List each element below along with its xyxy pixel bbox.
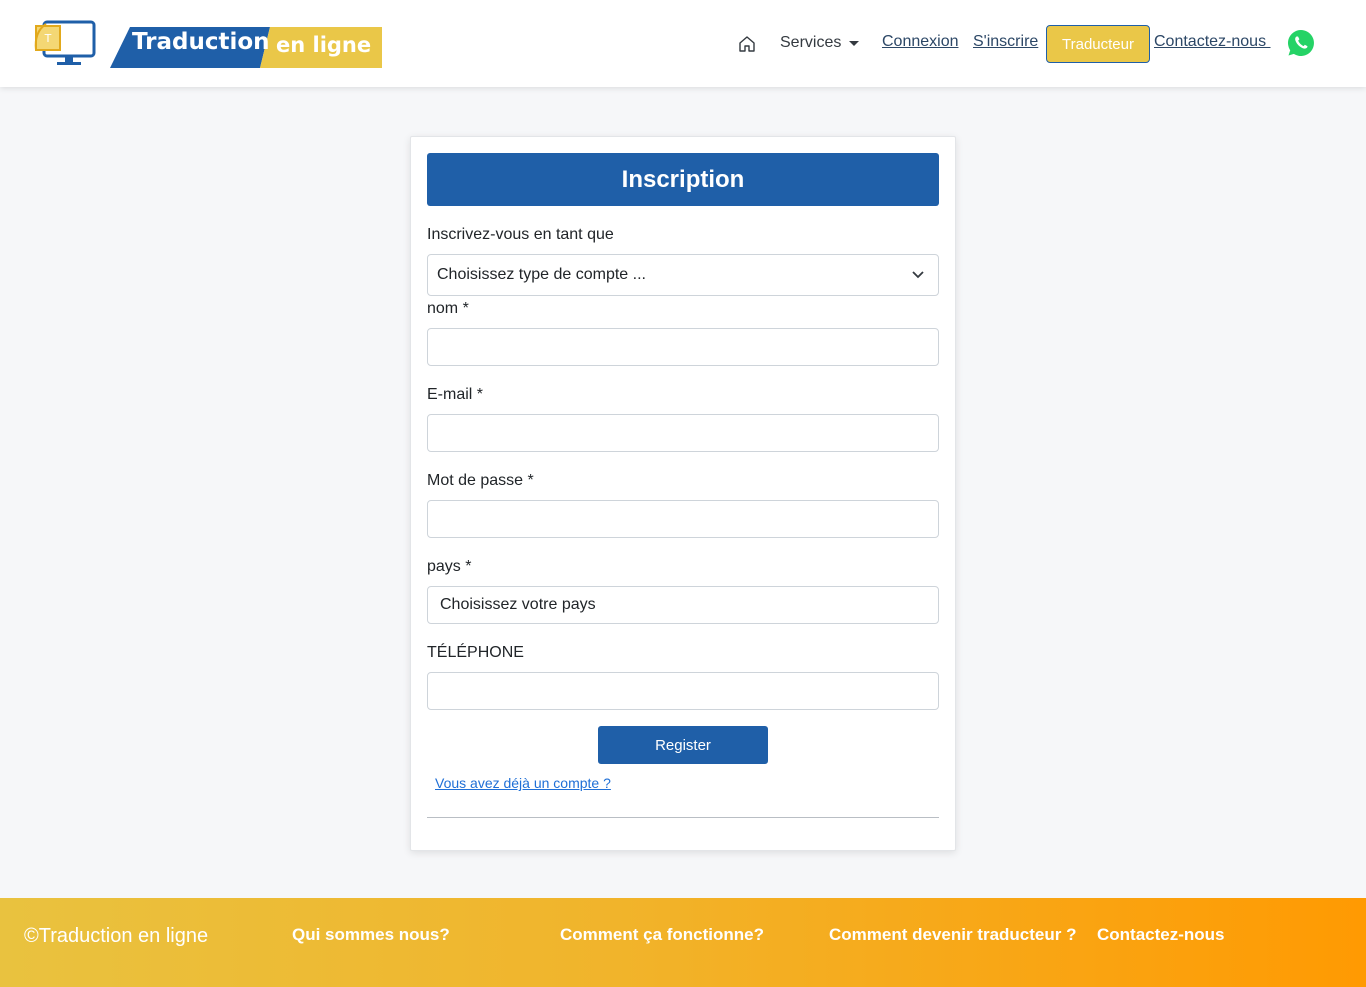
connexion-link[interactable]: Connexion bbox=[882, 33, 959, 51]
login-link[interactable]: Vous avez déjà un compte ? bbox=[435, 775, 611, 791]
divider bbox=[427, 817, 939, 818]
logo-letter: T bbox=[44, 32, 52, 45]
name-label: nom * bbox=[427, 300, 469, 317]
country-value: Choisissez votre pays bbox=[440, 596, 596, 613]
contact-link[interactable]: Contactez-nous bbox=[1154, 33, 1271, 51]
country-label: pays * bbox=[427, 558, 472, 575]
phone-input[interactable] bbox=[427, 672, 939, 710]
form-title: Inscription bbox=[427, 153, 939, 206]
register-button[interactable]: Register bbox=[598, 726, 768, 764]
email-label: E-mail * bbox=[427, 386, 484, 403]
sinscrire-link[interactable]: S'inscrire bbox=[973, 33, 1038, 51]
registration-card: Inscription Inscrivez-vous en tant que C… bbox=[410, 136, 956, 851]
footer-link-how-it-works[interactable]: Comment ça fonctionne? bbox=[560, 925, 764, 945]
chevron-down-icon bbox=[912, 271, 924, 279]
whatsapp-icon[interactable] bbox=[1287, 29, 1315, 57]
services-label: Services bbox=[780, 34, 842, 51]
country-select[interactable]: Choisissez votre pays bbox=[427, 586, 939, 624]
caret-down-icon bbox=[849, 41, 860, 46]
password-label: Mot de passe * bbox=[427, 472, 534, 489]
logo-word-en-ligne: en ligne bbox=[276, 33, 372, 57]
top-navbar: T Traduction en ligne Services Connexion… bbox=[0, 0, 1366, 87]
footer-link-about[interactable]: Qui sommes nous? bbox=[292, 925, 450, 945]
email-input[interactable] bbox=[427, 414, 939, 452]
home-icon[interactable] bbox=[737, 34, 757, 54]
logo-word-traduction: Traduction bbox=[132, 29, 270, 55]
account-type-label: Inscrivez-vous en tant que bbox=[427, 226, 614, 243]
account-type-select[interactable]: Choisissez type de compte ... bbox=[427, 254, 939, 296]
phone-label: TÉLÉPHONE bbox=[427, 644, 524, 661]
services-dropdown[interactable]: Services bbox=[780, 34, 860, 52]
traducteur-button[interactable]: Traducteur bbox=[1046, 25, 1150, 63]
name-input[interactable] bbox=[427, 328, 939, 366]
footer-link-become-translator[interactable]: Comment devenir traducteur ? bbox=[829, 925, 1077, 945]
monitor-logo-icon[interactable]: T bbox=[32, 16, 98, 68]
footer-link-contact[interactable]: Contactez-nous bbox=[1097, 925, 1225, 945]
account-type-value: Choisissez type de compte ... bbox=[437, 266, 646, 283]
footer: ©Traduction en ligne Qui sommes nous? Co… bbox=[0, 898, 1366, 987]
footer-copyright: ©Traduction en ligne bbox=[24, 925, 209, 947]
password-input[interactable] bbox=[427, 500, 939, 538]
